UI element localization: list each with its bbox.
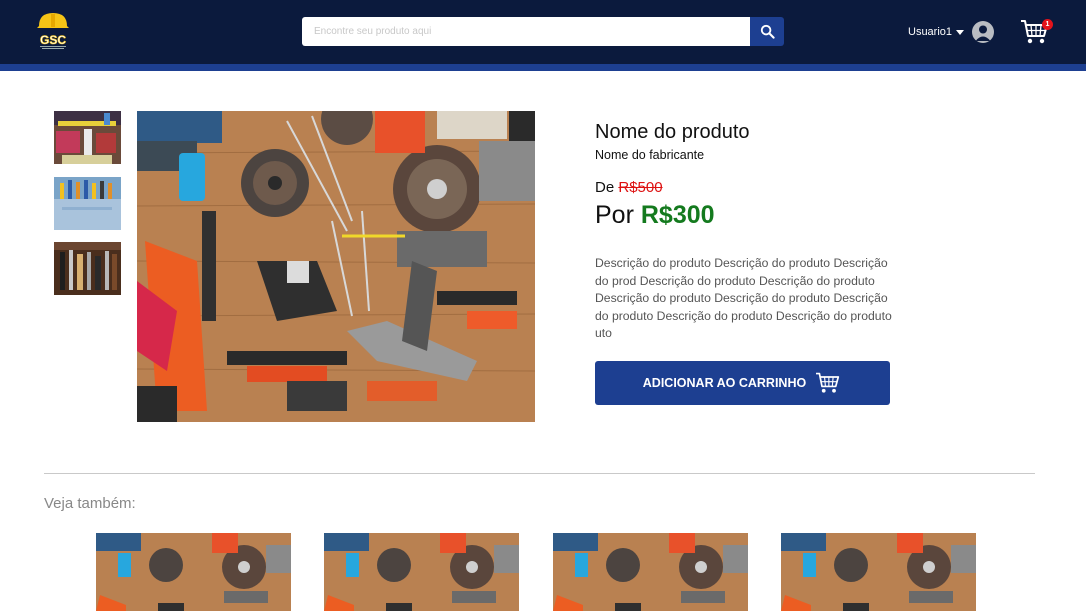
- cart-count-badge: 1: [1042, 19, 1053, 30]
- logo-text: GSC: [40, 33, 66, 47]
- gsc-logo[interactable]: GSC: [36, 12, 70, 50]
- old-price: R$500: [618, 179, 663, 196]
- product-thumbnail-2[interactable]: [54, 177, 121, 230]
- search-input[interactable]: [302, 17, 750, 46]
- cart-icon: [816, 372, 840, 393]
- related-title: Veja também:: [44, 495, 136, 512]
- new-price: R$300: [640, 201, 715, 229]
- search-icon: [760, 24, 775, 39]
- related-product-1[interactable]: [96, 533, 291, 611]
- old-price-line: De R$500: [595, 179, 663, 196]
- top-header: GSC Usuario1: [0, 0, 1086, 64]
- related-product-4[interactable]: [781, 533, 976, 611]
- user-name: Usuario1: [908, 26, 953, 38]
- new-price-line: Por R$300: [595, 201, 715, 230]
- avatar-icon: [972, 21, 995, 43]
- new-price-prefix: Por: [595, 201, 634, 229]
- product-name: Nome do produto: [595, 121, 750, 143]
- user-menu[interactable]: Usuario1: [908, 21, 995, 43]
- product-manufacturer: Nome do fabricante: [595, 148, 705, 162]
- product-thumbnail-3[interactable]: [54, 242, 121, 295]
- product-thumbnail-1[interactable]: [54, 111, 121, 164]
- section-divider: [44, 473, 1035, 474]
- header-accent-strip: [0, 64, 1086, 71]
- product-main-image[interactable]: [137, 111, 535, 422]
- related-product-3[interactable]: [553, 533, 748, 611]
- old-price-prefix: De: [595, 179, 615, 196]
- add-to-cart-button[interactable]: ADICIONAR AO CARRINHO: [595, 361, 890, 405]
- chevron-down-icon: [956, 29, 965, 35]
- search-button[interactable]: [750, 17, 784, 46]
- add-to-cart-label: ADICIONAR AO CARRINHO: [642, 376, 807, 390]
- search-bar: [302, 17, 784, 46]
- related-product-2[interactable]: [324, 533, 519, 611]
- product-description: Descrição do produto Descrição do produt…: [595, 256, 892, 340]
